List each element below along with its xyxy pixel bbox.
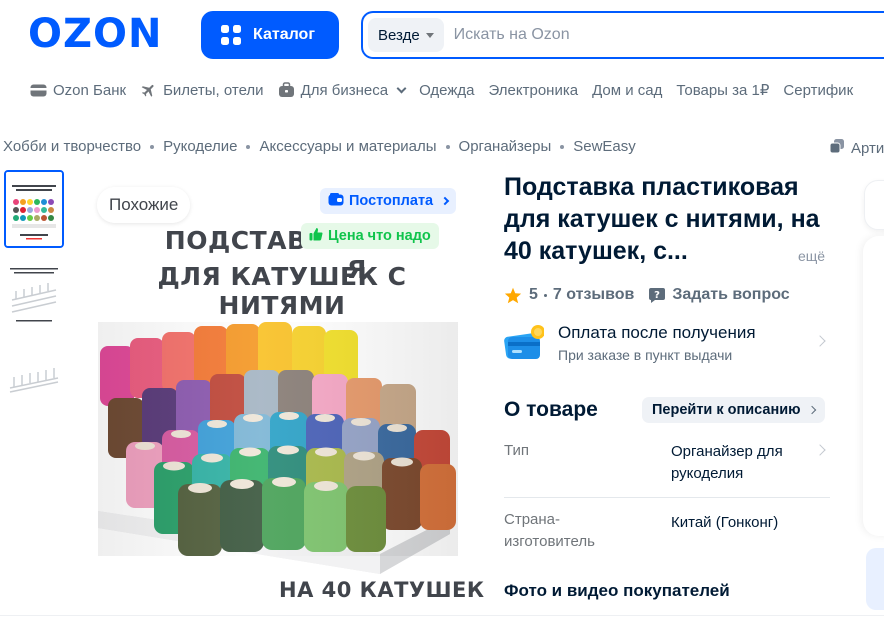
goto-description-button[interactable]: Перейти к описанию [642, 397, 825, 423]
product-title: Подставка пластиковая для катушек с нитя… [504, 173, 820, 265]
nav-item-tickets[interactable]: Билеты, отели [140, 82, 264, 99]
nav-label: Ozon Банк [53, 81, 127, 99]
rating-separator [543, 293, 547, 297]
caret-down-icon [425, 32, 434, 38]
breadcrumb-item[interactable]: Рукоделие [163, 138, 237, 155]
nav-label: Электроника [488, 81, 579, 99]
star-icon [504, 287, 522, 304]
wallet-icon [328, 192, 344, 210]
nav-item-home-garden[interactable]: Дом и сад [592, 82, 662, 99]
svg-text:?: ? [654, 290, 660, 301]
price-badge[interactable]: Цена что надо [301, 223, 439, 249]
bottom-divider [0, 615, 884, 616]
title-more-link[interactable]: ещё [798, 248, 825, 264]
chevron-right-icon [440, 196, 450, 206]
search-input[interactable] [453, 26, 854, 44]
nav-item-electronics[interactable]: Электроника [489, 82, 579, 99]
breadcrumb-item[interactable]: Органайзеры [459, 138, 552, 155]
postpay-label: Постоплата [349, 193, 434, 209]
grid-icon [221, 25, 241, 45]
breadcrumb-separator [445, 144, 450, 149]
breadcrumb: Хобби и творчество Рукоделие Аксессуары … [3, 138, 636, 155]
price-badge-label: Цена что надо [328, 228, 431, 244]
chevron-down-icon [396, 83, 407, 94]
nav-item-one-ruble[interactable]: Товары за 1₽ [676, 81, 769, 99]
right-side-card [864, 180, 884, 230]
chat-question-icon: ? [648, 287, 666, 304]
ask-question-button[interactable]: ? Задать вопрос [648, 286, 790, 304]
postpay-badge[interactable]: Постоплата [320, 188, 457, 214]
nav-label: Дом и сад [592, 81, 663, 99]
breadcrumb-item[interactable]: SewEasy [573, 138, 636, 155]
right-side-panel [863, 236, 884, 536]
catalog-label: Каталог [253, 26, 315, 43]
chevron-right-icon [807, 405, 816, 415]
thumbnail-3[interactable] [4, 348, 64, 426]
search-scope-select[interactable]: Везде [368, 18, 444, 52]
nav-label: Билеты, отели [163, 81, 264, 99]
rating-value: 5 [529, 286, 538, 303]
postpay-info-row[interactable]: Оплата после получения При заказе в пунк… [504, 323, 830, 363]
nav-label: Товары за 1₽ [676, 82, 770, 99]
article-label: Арти [851, 139, 884, 157]
chevron-right-icon [814, 444, 826, 456]
nav-label: Одежда [419, 81, 475, 99]
image-footer-text: НА 40 КАТУШЕК [279, 578, 485, 602]
payment-subtitle: При заказе в пункт выдачи [558, 347, 733, 363]
thumbnail-image [4, 260, 64, 338]
copy-icon [829, 138, 845, 158]
thumbnail-image [4, 348, 64, 426]
spec-value-country: Китай (Гонконг) [671, 514, 779, 531]
image-heading-line2: ДЛЯ КАТУШЕК С НИТЯМИ [157, 262, 407, 320]
customer-photos-heading: Фото и видео покупателей [504, 581, 730, 600]
article-copy[interactable]: Арти [829, 138, 884, 158]
nav-item-certificates[interactable]: Сертифик [783, 82, 853, 99]
nav-label: Для бизнеса [300, 81, 389, 99]
spec-divider [504, 497, 830, 498]
about-product-heading: О товаре [504, 398, 598, 421]
card-payment-icon [504, 323, 544, 363]
right-side-blue-block[interactable] [866, 548, 884, 610]
breadcrumb-item[interactable]: Хобби и творчество [3, 138, 141, 155]
breadcrumb-separator [246, 144, 251, 149]
goto-description-label: Перейти к описанию [652, 402, 801, 418]
card-icon [30, 82, 47, 99]
thumbs-up-icon [309, 227, 323, 245]
breadcrumb-item[interactable]: Аксессуары и материалы [259, 138, 436, 155]
ask-question-label: Задать вопрос [672, 286, 790, 303]
plane-icon [140, 82, 157, 99]
briefcase-icon [278, 82, 295, 99]
logo-text: OZON [28, 11, 163, 57]
nav-label: Сертифик [783, 81, 854, 99]
thumbnail-2[interactable] [4, 260, 64, 338]
nav-item-bank[interactable]: Ozon Банк [30, 82, 126, 99]
breadcrumb-separator [560, 144, 565, 149]
chevron-right-icon [814, 335, 826, 347]
top-nav: Ozon Банк Билеты, отели Для бизнеса Одеж… [30, 80, 867, 100]
catalog-button[interactable]: Каталог [201, 11, 339, 59]
spec-value-type[interactable]: Органайзер для рукоделия [671, 441, 811, 485]
rating-row: 5 7 отзывов ? Задать вопрос [504, 286, 790, 304]
nav-item-clothes[interactable]: Одежда [419, 82, 474, 99]
search-bar: Везде [361, 11, 884, 59]
spec-label-country: Страна-изготовитель [504, 511, 595, 550]
thumbnail-1[interactable] [4, 170, 64, 248]
spec-label-type: Тип [504, 442, 530, 459]
search-scope-label: Везде [378, 26, 420, 44]
payment-title: Оплата после получения [558, 323, 756, 342]
breadcrumb-separator [150, 144, 155, 149]
nav-item-business[interactable]: Для бизнеса [278, 81, 407, 99]
similar-button[interactable]: Похожие [97, 187, 191, 223]
reviews-link[interactable]: 7 отзывов [553, 286, 634, 304]
thumbnail-image [6, 172, 62, 246]
ozon-logo[interactable]: OZON [28, 14, 163, 54]
